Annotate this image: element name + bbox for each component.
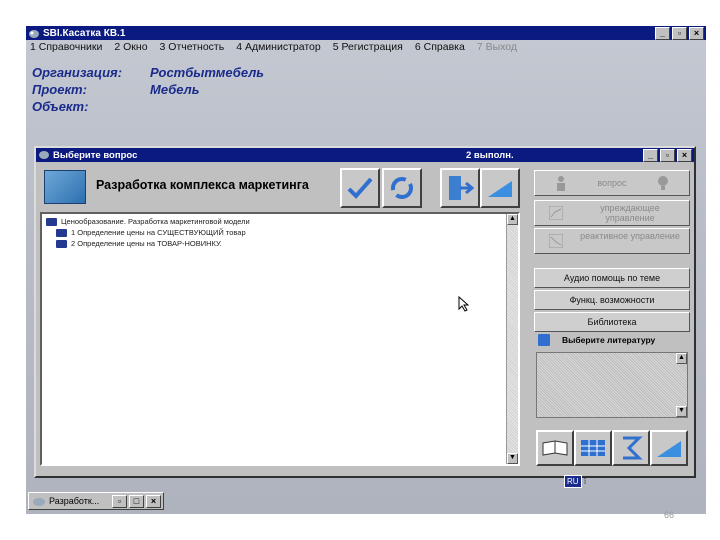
- tree-item[interactable]: 1 Определение цены на СУЩЕСТВУЮЩИЙ товар: [56, 228, 246, 238]
- right-panel: вопрос упреждающее управление реактивное…: [534, 166, 690, 470]
- select-literature-label: Выберите литературу: [562, 335, 656, 345]
- topic-logo-icon: [44, 170, 86, 204]
- menu-item-spravka[interactable]: 6 Справка: [415, 41, 465, 53]
- checkmark-icon: [347, 177, 373, 199]
- open-book-button[interactable]: [536, 430, 574, 466]
- book-icon: [56, 240, 67, 249]
- check-button[interactable]: [340, 168, 380, 208]
- tree-root[interactable]: Ценообразование. Разработка маркетингово…: [46, 217, 250, 227]
- person-icon: [557, 176, 566, 191]
- main-window: SBI.Касатка КВ.1 _ ▫ × 1 Справочники 2 О…: [26, 26, 706, 514]
- book-icon: [46, 218, 57, 227]
- sigma-icon: [623, 436, 643, 460]
- dialog-titlebar: Выберите вопрос 2 выполн. _ ▫ ×: [36, 148, 694, 162]
- sum-button[interactable]: [612, 430, 650, 466]
- info-label: Объект:: [32, 99, 89, 114]
- literature-list[interactable]: ▲ ▼: [536, 352, 688, 418]
- language-code: RU: [564, 474, 582, 488]
- dialog-close-button[interactable]: ×: [677, 148, 692, 162]
- scroll-up-button[interactable]: ▲: [507, 214, 518, 225]
- dialog-header: Разработка комплекса маркетинга: [40, 166, 526, 208]
- triangle-ruler-icon: [488, 181, 512, 197]
- tools-button[interactable]: [480, 168, 520, 208]
- menu-item-registraciya[interactable]: 5 Регистрация: [333, 41, 403, 53]
- library-option[interactable]: Библиотека: [534, 312, 690, 332]
- reactive-management-label: реактивное управление: [580, 231, 680, 241]
- page-number: 66: [664, 510, 675, 520]
- proactive-management-label: упреждающее управление: [600, 203, 660, 223]
- menu-item-otchetnost[interactable]: 3 Отчетность: [160, 41, 225, 53]
- book-icon: [538, 334, 550, 346]
- mouse-cursor-icon: [458, 296, 470, 312]
- menu-item-spravochniki[interactable]: 1 Справочники: [30, 41, 102, 53]
- info-row-object: Объект:: [32, 98, 264, 115]
- functional-capabilities-option[interactable]: Функц. возможности: [534, 290, 690, 310]
- select-question-dialog: Выберите вопрос 2 выполн. _ ▫ × Разработ…: [34, 146, 696, 478]
- close-button[interactable]: ×: [689, 26, 704, 40]
- tree-item-label: 2 Определение цены на ТОВАР-НОВИНКУ.: [71, 239, 222, 248]
- minimized-window-button[interactable]: Разработк... ▫ □ ×: [28, 492, 164, 510]
- reactive-management-button[interactable]: реактивное управление: [534, 228, 690, 254]
- ruler-button[interactable]: [650, 430, 688, 466]
- info-value: Ростбытмебель: [150, 65, 265, 80]
- menu-item-administrator[interactable]: 4 Администратор: [236, 41, 321, 53]
- info-label: Проект:: [32, 82, 87, 97]
- chart-icon: [549, 234, 563, 248]
- refresh-icon: [391, 177, 413, 199]
- info-value: Мебель: [150, 82, 200, 97]
- app-title: SBI.Касатка КВ.1: [43, 27, 126, 39]
- door-exit-icon: [449, 176, 474, 200]
- table-button[interactable]: [574, 430, 612, 466]
- dialog-title: Выберите вопрос: [53, 149, 138, 161]
- tree-item-label: 1 Определение цены на СУЩЕСТВУЮЩИЙ товар: [71, 228, 246, 237]
- book-icon: [56, 229, 67, 238]
- topic-title: Разработка комплекса маркетинга: [96, 178, 309, 192]
- language-indicator[interactable]: RU ⁝: [564, 472, 590, 490]
- open-book-icon: [542, 440, 568, 456]
- refresh-button[interactable]: [382, 168, 422, 208]
- task-maximize-button[interactable]: □: [129, 494, 144, 508]
- info-row-project: Проект: Мебель: [32, 81, 264, 98]
- app-icon: [29, 29, 39, 38]
- tree-root-label: Ценообразование. Разработка маркетингово…: [61, 217, 250, 226]
- info-row-organization: Организация: Ростбытмебель: [32, 64, 264, 81]
- proactive-management-button[interactable]: упреждающее управление: [534, 200, 690, 226]
- task-close-button[interactable]: ×: [146, 494, 161, 508]
- project-info: Организация: Ростбытмебель Проект: Мебель …: [32, 64, 264, 115]
- chart-icon: [549, 206, 563, 220]
- minimize-button[interactable]: _: [655, 26, 670, 40]
- audio-help-option[interactable]: Аудио помощь по теме: [534, 268, 690, 288]
- menu-bar: 1 Справочники 2 Окно 3 Отчетность 4 Адми…: [26, 40, 706, 54]
- triangle-ruler-icon: [657, 441, 681, 457]
- info-label: Организация:: [32, 65, 123, 80]
- task-restore-button[interactable]: ▫: [112, 494, 127, 508]
- dialog-minimize-button[interactable]: _: [643, 148, 658, 162]
- dialog-app-icon: [39, 151, 49, 159]
- tree-scrollbar[interactable]: ▲ ▼: [506, 214, 518, 464]
- app-titlebar: SBI.Касатка КВ.1 _ ▫ ×: [26, 26, 706, 40]
- lit-scroll-up[interactable]: ▲: [676, 353, 687, 364]
- select-literature-row[interactable]: Выберите литературу: [538, 334, 655, 346]
- table-grid-icon: [581, 440, 605, 456]
- minimized-window-title: Разработк...: [49, 496, 100, 506]
- completed-count: 2 выполн.: [466, 149, 514, 161]
- exit-button[interactable]: [440, 168, 480, 208]
- question-label: вопрос: [597, 178, 627, 188]
- lightbulb-icon: [657, 176, 668, 190]
- menu-item-vyhod[interactable]: 7 Выход: [477, 41, 517, 53]
- dialog-maximize-button[interactable]: ▫: [660, 148, 675, 162]
- maximize-button[interactable]: ▫: [672, 26, 687, 40]
- question-tree: Ценообразование. Разработка маркетингово…: [40, 212, 520, 466]
- lit-scroll-down[interactable]: ▼: [676, 406, 687, 417]
- question-button[interactable]: вопрос: [534, 170, 690, 196]
- scroll-down-button[interactable]: ▼: [507, 453, 518, 464]
- tree-item[interactable]: 2 Определение цены на ТОВАР-НОВИНКУ.: [56, 239, 222, 249]
- language-spinner-icon[interactable]: ⁝: [584, 476, 587, 487]
- menu-item-okno[interactable]: 2 Окно: [114, 41, 147, 53]
- app-icon: [33, 497, 45, 506]
